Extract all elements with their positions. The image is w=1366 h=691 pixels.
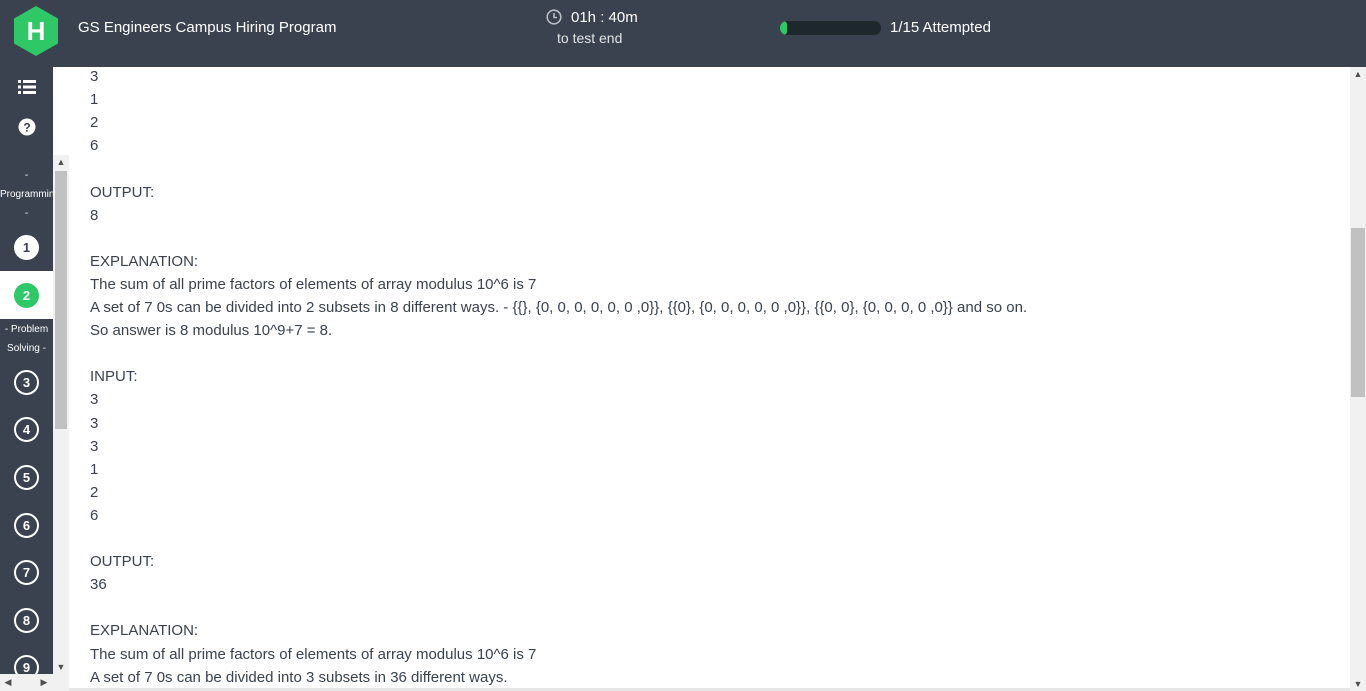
timer-value: 01h : 40m [571, 9, 638, 26]
question-sidebar: ? - Programmin - 1 2 - Problem Solving -… [0, 67, 53, 691]
section-label-problem-solving: - Problem Solving - [0, 320, 53, 358]
scroll-left-arrow-icon[interactable]: ◀ [0, 674, 16, 691]
question-number: 7 [14, 559, 39, 585]
content-scroll-thumb[interactable] [1351, 228, 1365, 397]
question-number: 1 [14, 234, 39, 260]
content-line: 1 [90, 91, 99, 109]
content-line: OUTPUT: [90, 183, 155, 201]
scroll-down-arrow-icon[interactable]: ▼ [1350, 677, 1366, 691]
content-line: A set of 7 0s can be divided into 3 subs… [90, 668, 508, 686]
section-label-line: - [24, 208, 29, 219]
question-item-3[interactable]: 3 [0, 358, 53, 406]
content-line: 8 [90, 206, 99, 224]
section-label-programming: - Programmin - [0, 166, 53, 223]
question-item-1[interactable]: 1 [0, 223, 53, 271]
list-icon[interactable] [16, 76, 38, 98]
sidebar-scrollbar[interactable]: ▲ ▼ [53, 155, 69, 674]
content-line: 1 [90, 460, 99, 478]
content-line: 6 [90, 506, 99, 524]
section-label-line: - [24, 170, 29, 181]
content-line: 3 [90, 68, 99, 85]
content-line: 36 [90, 576, 107, 594]
question-item-8[interactable]: 8 [0, 596, 53, 644]
question-number: 2 [14, 282, 39, 308]
question-number: 3 [14, 369, 39, 395]
question-number: 4 [14, 416, 39, 442]
question-number: 5 [14, 464, 39, 490]
sidebar-scroll-thumb[interactable] [55, 171, 67, 429]
app-title: GS Engineers Campus Hiring Program [78, 19, 337, 36]
svg-text:?: ? [23, 121, 30, 135]
question-item-4[interactable]: 4 [0, 405, 53, 453]
question-content: 3 1 2 6 OUTPUT: 8 EXPLANATION: The sum of all p… [69, 67, 1350, 691]
question-number: 6 [14, 512, 39, 538]
question-item-5[interactable]: 5 [0, 453, 53, 501]
hackerrank-logo[interactable]: H [14, 6, 58, 56]
content-line: The sum of all prime factors of elements… [90, 275, 537, 293]
scroll-right-arrow-icon[interactable]: ▶ [36, 674, 52, 691]
question-item-6[interactable]: 6 [0, 501, 53, 549]
question-item-2[interactable]: 2 [0, 271, 53, 319]
content-line: 2 [90, 483, 99, 501]
test-timer: 01h : 40m to test end [546, 9, 646, 49]
content-line: 2 [90, 114, 99, 132]
help-icon[interactable]: ? [16, 116, 38, 138]
attempt-progress-fill [780, 21, 787, 35]
content-line: EXPLANATION: [90, 622, 199, 640]
content-line: So answer is 8 modulus 10^9+7 = 8. [90, 322, 333, 340]
scroll-up-arrow-icon[interactable]: ▲ [1350, 67, 1366, 81]
section-label-line: Solving - [7, 343, 46, 354]
question-item-7[interactable]: 7 [0, 548, 53, 596]
section-label-line: Programmin [0, 189, 53, 200]
top-header: H GS Engineers Campus Hiring Program 01h… [0, 0, 1366, 67]
sidebar-horizontal-scrollbar[interactable]: ◀ ▶ [0, 674, 69, 691]
content-line: 3 [90, 391, 99, 409]
clock-icon [546, 9, 562, 25]
scroll-up-arrow-icon[interactable]: ▲ [53, 155, 69, 169]
content-line: 3 [90, 414, 99, 432]
timer-subtitle: to test end [557, 30, 623, 46]
scroll-down-arrow-icon[interactable]: ▼ [53, 660, 69, 674]
attempt-progress-bar [780, 21, 881, 35]
content-line: The sum of all prime factors of elements… [90, 645, 537, 663]
content-line: INPUT: [90, 368, 138, 386]
logo-letter: H [27, 16, 46, 46]
content-line: 6 [90, 137, 99, 155]
question-number: 8 [14, 607, 39, 633]
content-scrollbar[interactable]: ▲ ▼ [1350, 67, 1366, 691]
content-line: 3 [90, 437, 99, 455]
content-line: OUTPUT: [90, 553, 155, 571]
content-line: A set of 7 0s can be divided into 2 subs… [90, 299, 1028, 316]
content-line: EXPLANATION: [90, 252, 199, 270]
attempted-count: 1/15 Attempted [890, 19, 991, 36]
section-label-line: - Problem [4, 324, 49, 335]
